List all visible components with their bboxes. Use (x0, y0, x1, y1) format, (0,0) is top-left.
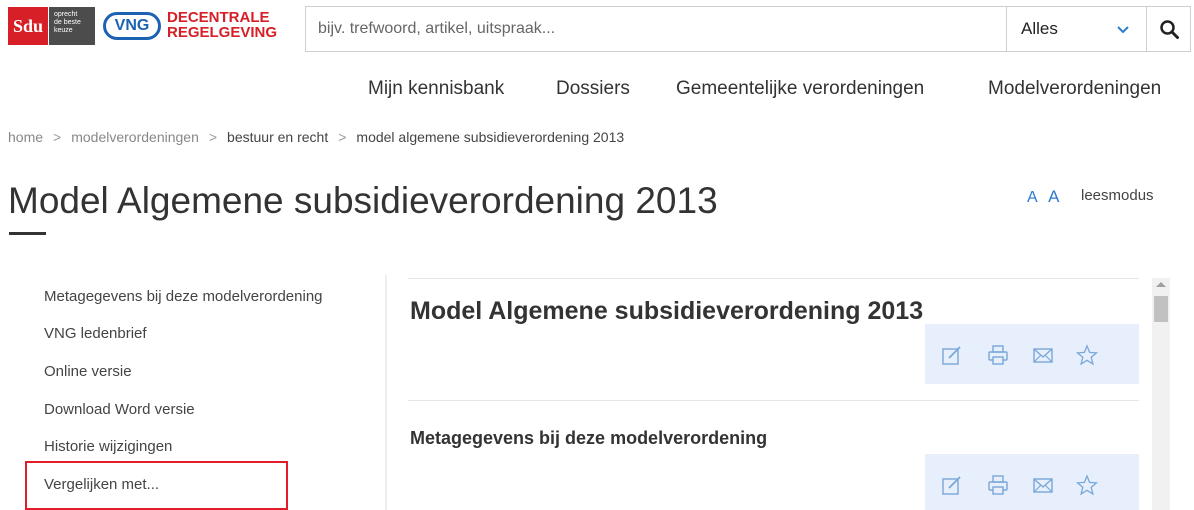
mail-icon[interactable] (1032, 474, 1054, 496)
vng-wordmark: DECENTRALE REGELGEVING (167, 10, 287, 40)
divider (408, 278, 1139, 279)
star-icon[interactable] (1076, 344, 1098, 366)
breadcrumb-bestuur-en-recht[interactable]: bestuur en recht (227, 129, 328, 145)
chevron-right-icon: > (53, 129, 62, 145)
sidebar-item-download-word[interactable]: Download Word versie (44, 401, 195, 418)
search-scope-value: Alles (1021, 19, 1058, 38)
chevron-right-icon: > (338, 129, 347, 145)
sdu-tagline-line: keuze (54, 27, 73, 34)
section-toolbar (925, 454, 1139, 510)
divider (408, 400, 1139, 401)
vng-wordmark-line: REGELGEVING (167, 24, 278, 41)
edit-icon[interactable] (941, 344, 963, 366)
chevron-down-icon (1117, 26, 1129, 34)
search-scope-select[interactable]: Alles (1006, 7, 1146, 51)
sdu-tagline-line: oprecht (54, 11, 78, 18)
document-heading: Model Algemene subsidieverordening 2013 (410, 297, 924, 325)
nav-mijn-kennisbank[interactable]: Mijn kennisbank (368, 78, 504, 100)
column-divider (385, 275, 387, 510)
nav-modelverordeningen[interactable]: Modelverordeningen (988, 78, 1161, 100)
nav-dossiers[interactable]: Dossiers (556, 78, 630, 100)
mail-icon[interactable] (1032, 344, 1054, 366)
sdu-tagline-line: de beste (54, 19, 81, 26)
sidebar-item-metagegevens[interactable]: Metagegevens bij deze modelverordening (44, 288, 323, 305)
font-size-controls: A A (1027, 187, 1065, 207)
search-bar: Alles (305, 6, 1191, 52)
document-toolbar (925, 324, 1139, 384)
nav-gemeentelijke-verordeningen[interactable]: Gemeentelijke verordeningen (676, 78, 924, 100)
sidebar-item-online-versie[interactable]: Online versie (44, 363, 132, 380)
main-content: Model Algemene subsidieverordening 2013 … (408, 278, 1141, 510)
edit-icon[interactable] (941, 474, 963, 496)
chevron-right-icon: > (208, 129, 218, 145)
vng-badge: VNG (103, 12, 161, 40)
breadcrumb-home[interactable]: home (8, 129, 43, 145)
site-header: Sdu oprecht de beste keuze VNG DECENTRAL… (0, 0, 1194, 65)
search-button[interactable] (1146, 7, 1190, 51)
font-size-small-button[interactable]: A (1027, 189, 1038, 206)
section-heading: Metagegevens bij deze modelverordening (410, 428, 768, 448)
scroll-up-arrow-icon[interactable] (1156, 282, 1166, 287)
search-input[interactable] (306, 7, 1006, 51)
breadcrumb-modelverordeningen[interactable]: modelverordeningen (71, 129, 199, 145)
content-scrollbar[interactable] (1152, 278, 1170, 510)
star-icon[interactable] (1076, 474, 1098, 496)
sdu-logo[interactable]: Sdu (8, 7, 48, 45)
sdu-tagline: oprecht de beste keuze (49, 7, 95, 45)
print-icon[interactable] (987, 344, 1009, 366)
vng-wordmark-line: DECENTRALE (167, 9, 270, 26)
breadcrumb-current: model algemene subsidieverordening 2013 (356, 129, 625, 145)
highlight-box (25, 461, 288, 510)
search-icon (1160, 20, 1179, 39)
scroll-thumb[interactable] (1154, 296, 1168, 322)
print-icon[interactable] (987, 474, 1009, 496)
font-size-large-button[interactable]: A (1048, 187, 1059, 206)
sidebar-item-historie[interactable]: Historie wijzigingen (44, 438, 172, 455)
title-underline (9, 232, 46, 235)
sidebar-item-vng-ledenbrief[interactable]: VNG ledenbrief (44, 325, 147, 342)
breadcrumb: home > modelverordeningen > bestuur en recht… (8, 129, 624, 145)
reading-mode-button[interactable]: leesmodus (1081, 187, 1154, 204)
page-title: Model Algemene subsidieverordening 2013 (8, 180, 718, 221)
